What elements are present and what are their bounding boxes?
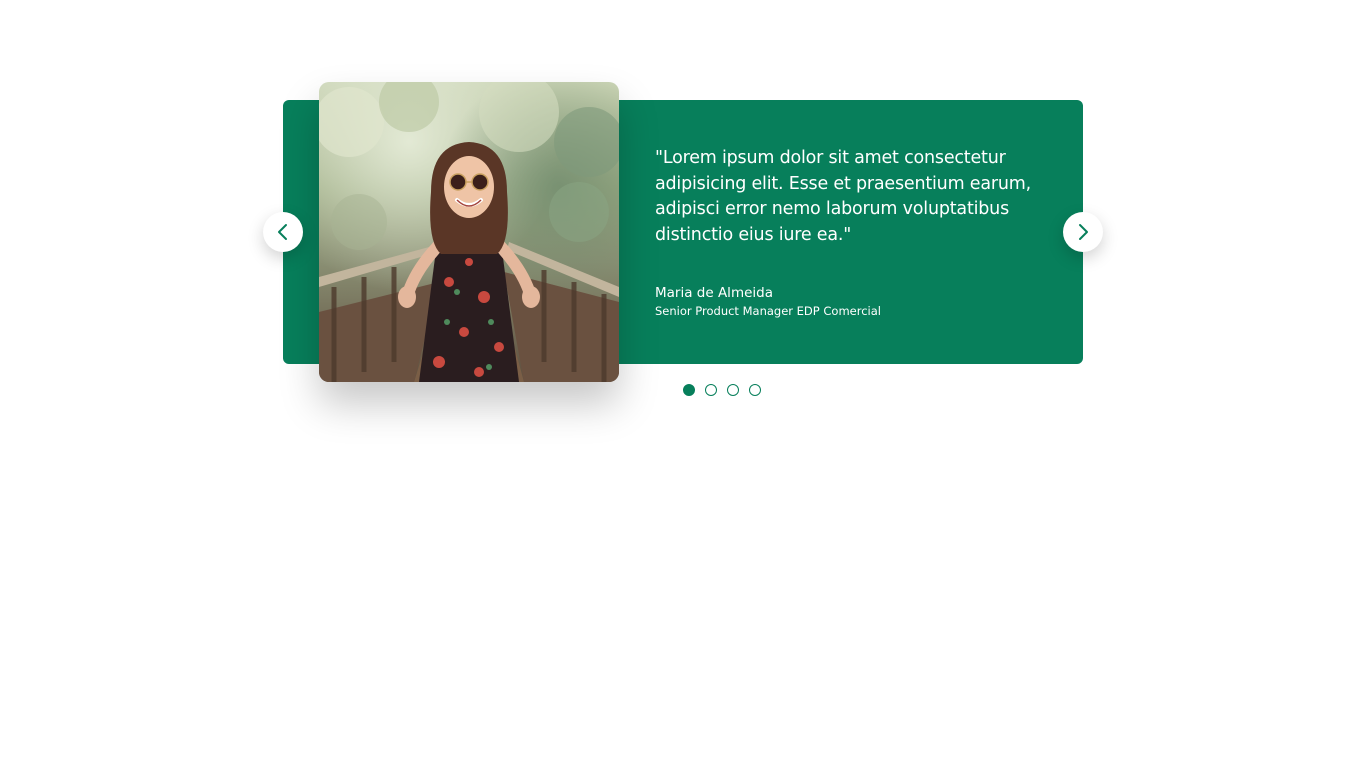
chevron-left-icon [278,224,287,240]
pagination-dot[interactable] [727,384,739,396]
slide-pagination [683,384,761,396]
author-role: Senior Product Manager EDP Comercial [655,304,881,318]
pagination-dot[interactable] [749,384,761,396]
pagination-dot[interactable] [705,384,717,396]
previous-slide-button[interactable] [263,212,303,252]
pagination-dot[interactable] [683,384,695,396]
author-name: Maria de Almeida [655,285,773,301]
testimonial-photo [319,82,619,382]
person-photo-image [319,82,619,382]
chevron-right-icon [1079,224,1088,240]
next-slide-button[interactable] [1063,212,1103,252]
testimonial-quote: "Lorem ipsum dolor sit amet consectetur … [655,148,1031,245]
